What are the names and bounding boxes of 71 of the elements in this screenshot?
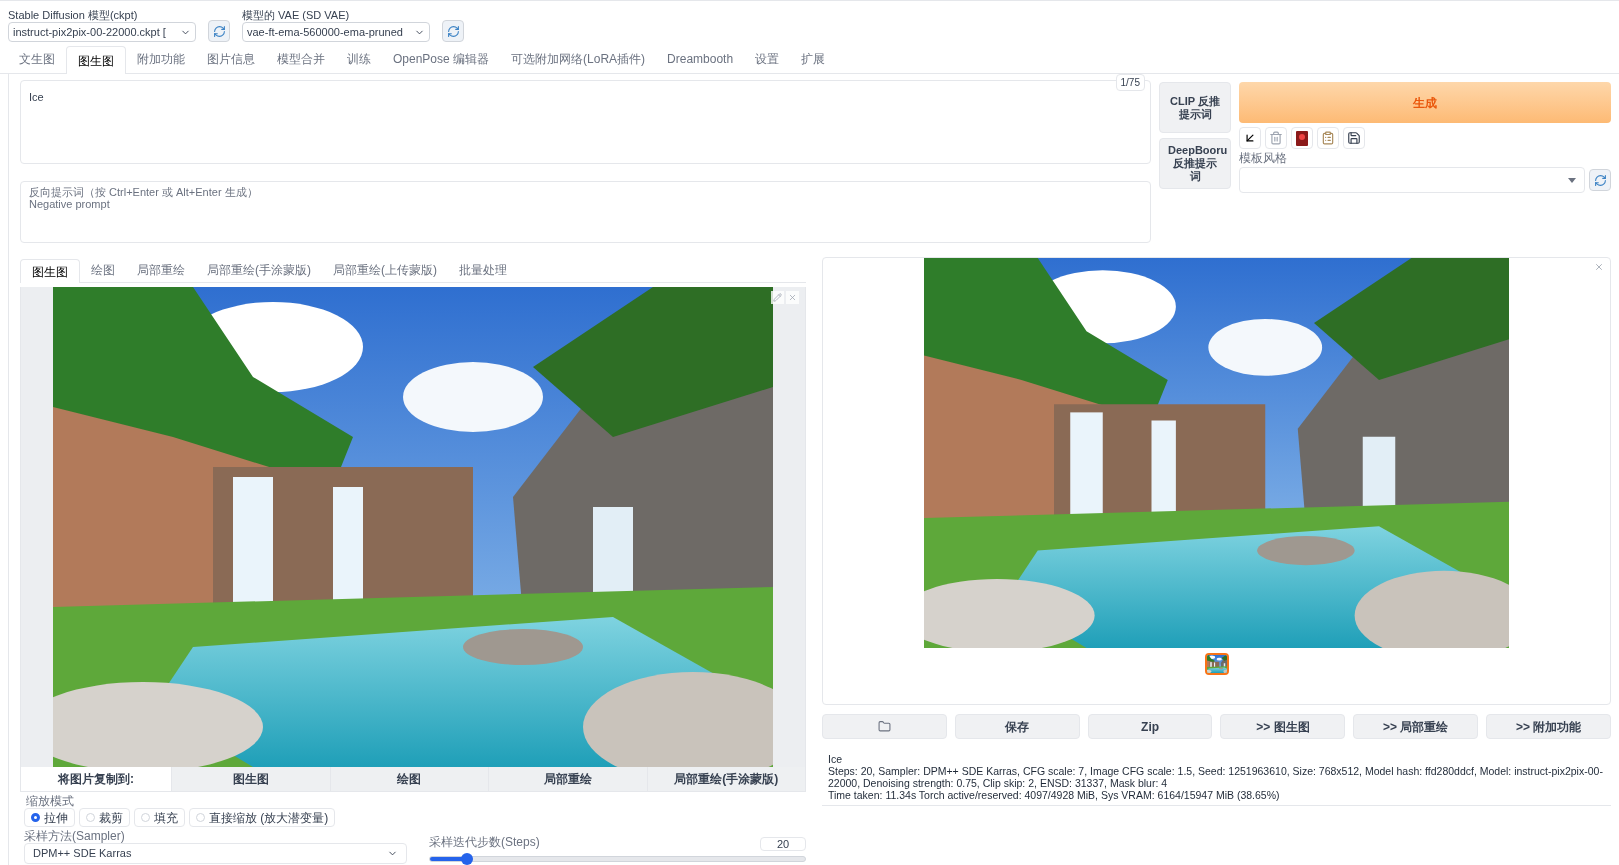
close-icon <box>788 293 797 302</box>
field-label: 采样方法(Sampler) <box>24 829 126 843</box>
save-icon <box>1347 131 1361 145</box>
steps-field[interactable]: 20 <box>760 837 806 851</box>
model-dropdown[interactable]: instruct-pix2pix-00-22000.ckpt [ <box>8 22 196 42</box>
output-action-button[interactable]: 保存 <box>954 714 1080 739</box>
nav-tab[interactable]: 模型合并 <box>266 45 336 73</box>
refresh-icon <box>212 24 226 38</box>
card-icon <box>1296 130 1308 146</box>
output-action-button[interactable]: >> 图生图 <box>1220 714 1346 739</box>
nav-tab[interactable]: 图生图 <box>66 46 126 74</box>
model-dropdown[interactable]: vae-ft-ema-560000-ema-pruned <box>242 22 430 42</box>
nav-tab[interactable]: 训练 <box>336 45 382 73</box>
nav-tab[interactable]: 可选附加网络(LoRA插件) <box>500 45 657 73</box>
save-button[interactable] <box>1343 127 1365 149</box>
copy-to-button[interactable]: 图生图 <box>171 767 330 791</box>
nav-tab[interactable]: 文生图 <box>8 45 66 73</box>
refresh-icon <box>446 24 460 38</box>
close-icon <box>1594 262 1604 272</box>
field-label: Stable Diffusion 模型(ckpt) <box>8 9 139 22</box>
pencil-icon <box>773 293 782 302</box>
field-label: 采样迭代步数(Steps) <box>429 834 540 851</box>
field-label: 模型的 VAE (SD VAE) <box>242 9 351 22</box>
trash-icon <box>1269 131 1283 145</box>
nav-tab[interactable]: 扩展 <box>790 45 837 73</box>
copy-to-button[interactable]: 局部重绘 <box>488 767 647 791</box>
steps-slider[interactable] <box>429 853 806 865</box>
copy-to-button[interactable]: 局部重绘(手涂蒙版) <box>646 767 805 791</box>
refresh-button[interactable] <box>442 20 464 42</box>
radio-option[interactable]: 裁剪 <box>79 808 130 827</box>
caret-icon <box>1568 177 1576 183</box>
thumbnail[interactable] <box>1204 653 1229 675</box>
refresh-icon <box>1593 173 1607 187</box>
negative-prompt-field[interactable]: 反向提示词（按 Ctrl+Enter 或 Alt+Enter 生成） Negative prompt <box>20 181 1151 243</box>
nav-tab[interactable]: 附加功能 <box>126 45 196 73</box>
folder-icon <box>877 720 891 733</box>
field-label: 模板风格 <box>1239 150 1288 167</box>
nav-tab[interactable]: 设置 <box>744 45 791 73</box>
copy-to-label: 将图片复制到: <box>21 767 171 791</box>
refresh-button[interactable] <box>1589 169 1611 191</box>
image-tab[interactable]: 批量处理 <box>448 258 518 282</box>
field-label: 缩放模式 <box>26 794 75 808</box>
clipboard-icon <box>1321 131 1335 145</box>
nav-tab[interactable]: Dreambooth <box>656 45 745 73</box>
clipboard-button[interactable] <box>1317 127 1339 149</box>
paste-button[interactable] <box>1239 127 1261 149</box>
token-counter: 1/75 <box>1115 74 1145 91</box>
generation-parameters: Steps: 20, Sampler: DPM++ SDE Karras, CFG scale: 7, Image CFG scale: 1.5, Seed: 1251963610, Size: 768x512, Model hash: ffd280ddcf, Model: instruct-pix2pix-00-22000, Denoising strength: 0.75, Clip skip: 2, ENSD: 31337, Mask blur: 4 <box>828 765 1604 789</box>
output-action-button[interactable]: Zip <box>1087 714 1213 739</box>
image-tab[interactable]: 局部重绘(上传蒙版) <box>322 258 448 282</box>
copy-to-button[interactable]: 绘图 <box>329 767 488 791</box>
output-action-button[interactable]: >> 局部重绘 <box>1353 714 1479 739</box>
card-button[interactable] <box>1291 127 1313 149</box>
image-tab[interactable]: 局部重绘(手涂蒙版) <box>196 258 322 282</box>
info-prompt: Ice <box>828 753 843 765</box>
output-action-button[interactable]: >> 附加功能 <box>1486 714 1611 739</box>
refresh-button[interactable] <box>208 20 230 42</box>
radio-option[interactable]: 直接缩放 (放大潜变量) <box>189 808 336 827</box>
interrogate-button[interactable]: CLIP 反推提示词 <box>1159 82 1231 133</box>
image-tab[interactable]: 绘图 <box>80 258 126 282</box>
image-tab[interactable]: 图生图 <box>20 259 80 283</box>
nav-tab[interactable]: OpenPose 编辑器 <box>382 45 501 73</box>
image-tab[interactable]: 局部重绘 <box>126 258 196 282</box>
sampler-dropdown[interactable]: DPM++ SDE Karras <box>24 843 407 864</box>
nav-tab[interactable]: 图片信息 <box>196 45 266 73</box>
radio-option[interactable]: 填充 <box>134 808 185 827</box>
timing-info: Time taken: 11.34s Torch active/reserved: 4097/4928 MiB, Sys VRAM: 6164/15947 MiB (38.65%) <box>828 789 1281 801</box>
radio-option[interactable]: 拉伸 <box>24 808 75 827</box>
close-button[interactable] <box>786 291 799 304</box>
interrogate-button[interactable]: DeepBooru 反推提示词 <box>1159 138 1231 189</box>
close-button[interactable] <box>1594 262 1604 272</box>
